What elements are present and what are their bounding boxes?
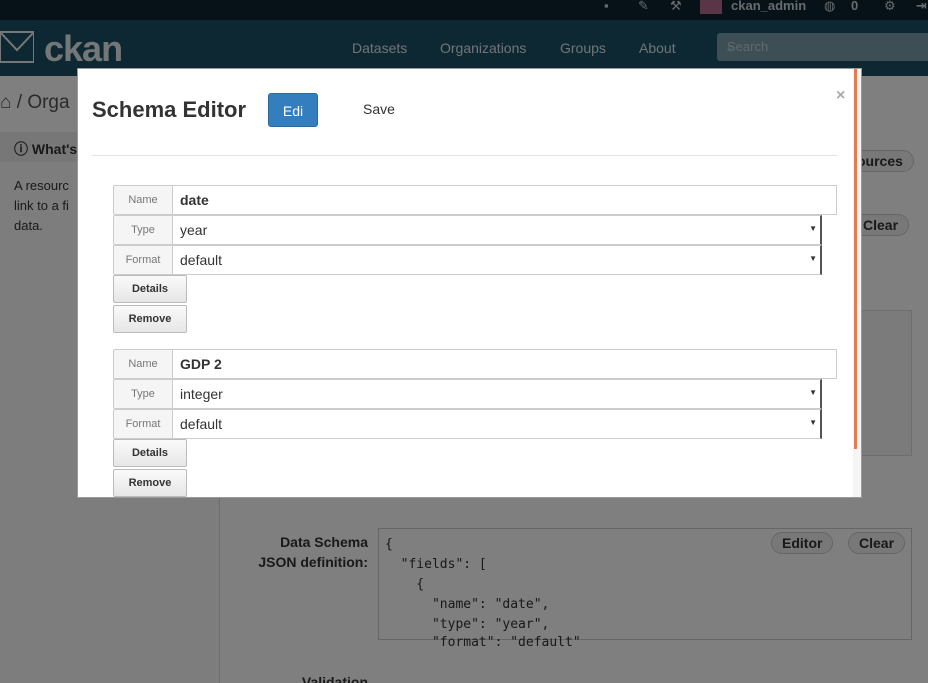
scrollbar-thumb[interactable] [854, 69, 857, 449]
chevron-down-icon: ▼ [809, 418, 817, 427]
modal-divider [92, 155, 838, 156]
field-format-select[interactable]: default ▼ [172, 245, 822, 275]
type-label: Type [113, 379, 173, 409]
field-name-input[interactable]: GDP 2 [172, 349, 837, 379]
chevron-down-icon: ▼ [809, 224, 817, 233]
name-label: Name [113, 349, 173, 379]
edit-button[interactable]: Edi [268, 93, 318, 127]
save-button[interactable]: Save [363, 101, 395, 117]
format-label: Format [113, 245, 173, 275]
close-icon[interactable]: × [836, 87, 845, 105]
remove-button[interactable]: Remove [113, 469, 187, 497]
remove-button[interactable]: Remove [113, 305, 187, 333]
format-label: Format [113, 409, 173, 439]
field-format-select[interactable]: default ▼ [172, 409, 822, 439]
name-label: Name [113, 185, 173, 215]
modal-scrollbar[interactable] [853, 69, 861, 497]
field-type-select[interactable]: integer ▼ [172, 379, 822, 409]
field-type-select[interactable]: year ▼ [172, 215, 822, 245]
schema-editor-modal: Schema Editor Edi Save × Name date Type … [77, 68, 862, 498]
details-button[interactable]: Details [113, 275, 187, 303]
field-name-input[interactable]: date [172, 185, 837, 215]
type-label: Type [113, 215, 173, 245]
modal-title: Schema Editor [92, 97, 247, 122]
chevron-down-icon: ▼ [809, 388, 817, 397]
details-button[interactable]: Details [113, 439, 187, 467]
chevron-down-icon: ▼ [809, 254, 817, 263]
